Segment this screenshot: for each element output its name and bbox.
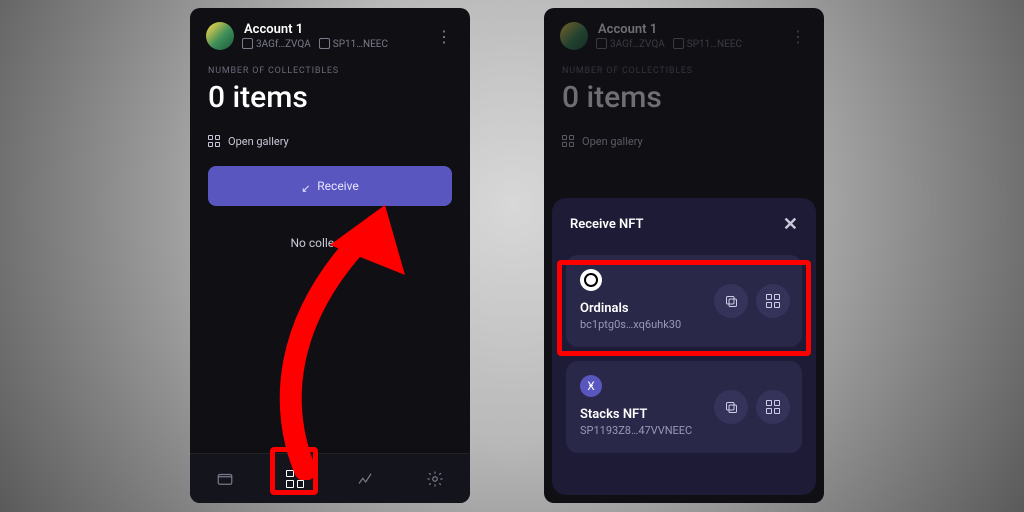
collectibles-body: NUMBER OF COLLECTIBLES 0 items Open gall…: [544, 58, 824, 152]
open-gallery-label: Open gallery: [228, 135, 289, 148]
account-info[interactable]: Account 1 3AGf…ZVQA SP11…NEEC: [598, 22, 778, 50]
receive-button[interactable]: Receive: [208, 166, 452, 206]
wallet-icon: [216, 470, 234, 488]
qr-icon: [766, 400, 780, 414]
copy-button[interactable]: [714, 284, 748, 318]
collectibles-count: 0 items: [562, 80, 806, 115]
option-ordinals[interactable]: Ordinals bc1ptg0s…xq6uhk30: [566, 255, 802, 347]
option-stacks[interactable]: Ӿ Stacks NFT SP1193Z8…47VVNEEC: [566, 361, 802, 453]
receive-nft-sheet: Receive NFT ✕ Ordinals bc1ptg0s…xq6uhk30…: [552, 198, 816, 495]
qr-icon: [766, 294, 780, 308]
address-btc[interactable]: 3AGf…ZVQA: [598, 39, 665, 50]
option-address: bc1ptg0s…xq6uhk30: [580, 318, 788, 331]
qr-button[interactable]: [756, 390, 790, 424]
phone-right-screen: Account 1 3AGf…ZVQA SP11…NEEC ⋮ NUMBER O…: [544, 8, 824, 503]
tab-wallet[interactable]: [205, 459, 245, 499]
close-icon[interactable]: ✕: [783, 214, 798, 235]
option-actions: [714, 284, 790, 318]
collectibles-body: NUMBER OF COLLECTIBLES 0 items Open gall…: [190, 58, 470, 254]
option-actions: [714, 390, 790, 424]
open-gallery-label: Open gallery: [582, 135, 643, 148]
account-name: Account 1: [244, 22, 424, 37]
phone-left-screen: Account 1 3AGf…ZVQA SP11…NEEC ⋮ NUMBER O…: [190, 8, 470, 503]
account-addresses: 3AGf…ZVQA SP11…NEEC: [244, 39, 424, 50]
qr-button[interactable]: [756, 284, 790, 318]
grid-icon: [562, 135, 574, 147]
copy-icon: [321, 40, 330, 49]
open-gallery-link[interactable]: Open gallery: [562, 135, 643, 148]
collectibles-label: NUMBER OF COLLECTIBLES: [208, 66, 452, 76]
more-icon[interactable]: ⋮: [788, 23, 808, 50]
copy-icon: [724, 400, 739, 415]
sheet-title: Receive NFT: [570, 217, 644, 232]
more-icon[interactable]: ⋮: [434, 23, 454, 50]
tab-bar: [190, 453, 470, 503]
avatar[interactable]: [206, 22, 234, 50]
chart-icon: [356, 470, 374, 488]
account-info[interactable]: Account 1 3AGf…ZVQA SP11…NEEC: [244, 22, 424, 50]
collectibles-label: NUMBER OF COLLECTIBLES: [562, 66, 806, 76]
tab-activity[interactable]: [345, 459, 385, 499]
address-stx[interactable]: SP11…NEEC: [321, 39, 388, 50]
copy-button[interactable]: [714, 390, 748, 424]
copy-icon: [675, 40, 684, 49]
empty-state: No collectibles: [208, 236, 452, 250]
tab-collectibles[interactable]: [275, 459, 315, 499]
stacks-icon: Ӿ: [580, 375, 602, 397]
gear-icon: [426, 470, 444, 488]
tab-settings[interactable]: [415, 459, 455, 499]
receive-label: Receive: [317, 179, 358, 193]
avatar[interactable]: [560, 22, 588, 50]
address-stx[interactable]: SP11…NEEC: [675, 39, 742, 50]
collectibles-count: 0 items: [208, 80, 452, 115]
option-address: SP1193Z8…47VVNEEC: [580, 424, 788, 437]
copy-icon: [244, 40, 253, 49]
ordinals-icon: [580, 269, 602, 291]
account-addresses: 3AGf…ZVQA SP11…NEEC: [598, 39, 778, 50]
grid-icon: [286, 470, 304, 488]
grid-icon: [208, 135, 220, 147]
address-btc[interactable]: 3AGf…ZVQA: [244, 39, 311, 50]
copy-icon: [598, 40, 607, 49]
receive-icon: [301, 181, 311, 191]
account-header: Account 1 3AGf…ZVQA SP11…NEEC ⋮: [544, 8, 824, 58]
copy-icon: [724, 294, 739, 309]
sheet-header: Receive NFT ✕: [566, 214, 802, 235]
open-gallery-link[interactable]: Open gallery: [208, 135, 289, 148]
account-name: Account 1: [598, 22, 778, 37]
account-header: Account 1 3AGf…ZVQA SP11…NEEC ⋮: [190, 8, 470, 58]
